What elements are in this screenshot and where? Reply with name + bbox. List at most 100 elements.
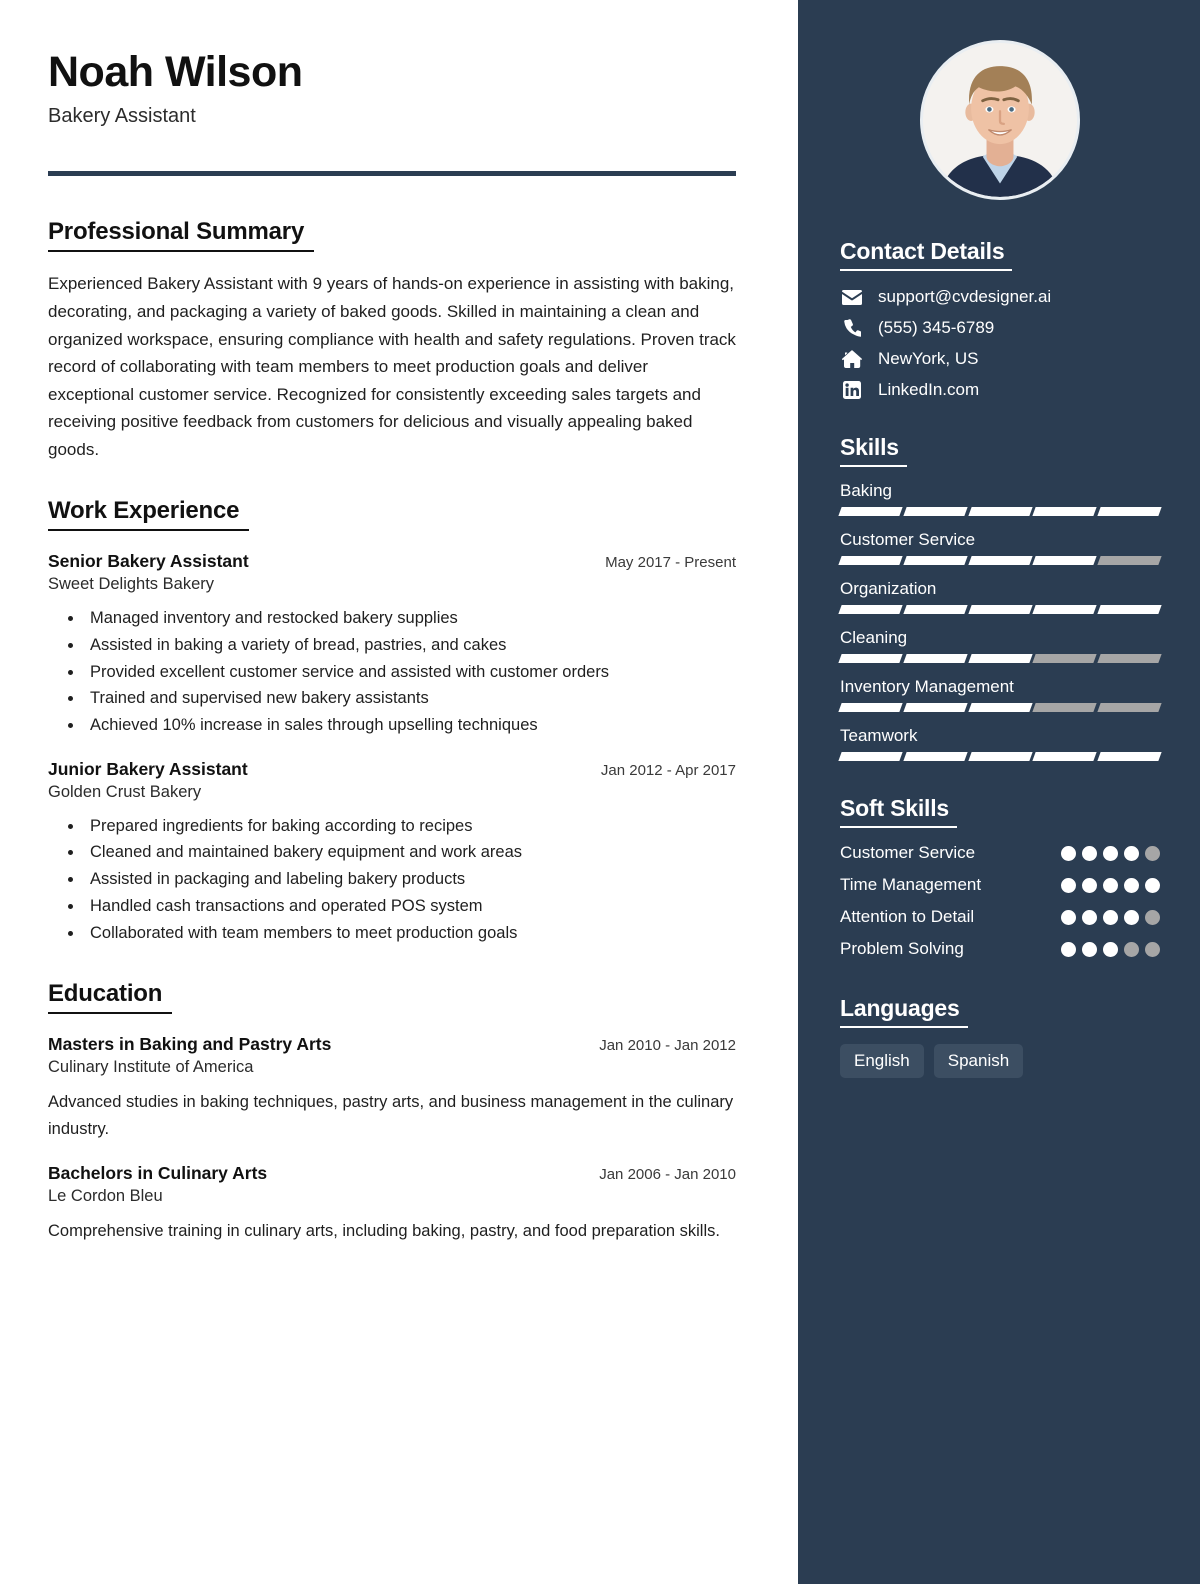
rating-dot — [1103, 941, 1118, 957]
skill-name: Inventory Management — [840, 677, 1014, 696]
work-entry: Junior Bakery Assistant Jan 2012 - Apr 20… — [48, 759, 736, 947]
linkedin-icon — [840, 380, 864, 400]
skill-level-segment — [967, 507, 1033, 516]
skill-level-segment — [1032, 605, 1097, 614]
skill-level-segment — [1032, 654, 1097, 663]
envelope-icon — [840, 287, 864, 307]
rating-dot — [1082, 909, 1097, 925]
section-heading-contact: Contact Details — [840, 238, 1013, 271]
rating-dot — [1124, 846, 1139, 861]
work-entry-list: Senior Bakery Assistant May 2017 - Presen… — [48, 551, 736, 946]
skill-name: Baking — [840, 481, 892, 500]
soft-skill-rating — [1061, 938, 1160, 957]
soft-skill-name: Customer Service — [840, 843, 976, 862]
soft-skill-item: Time Management — [840, 874, 1160, 897]
skill-level-segment — [1097, 752, 1162, 761]
work-entry-title: Senior Bakery Assistant — [48, 551, 249, 572]
contact-value: support@cvdesigner.ai — [878, 287, 1052, 306]
skill-level-segment — [903, 507, 968, 516]
skill-level-segment — [1097, 654, 1162, 663]
list-item: Provided excellent customer service and … — [84, 659, 736, 686]
header-divider — [48, 171, 736, 177]
rating-dot — [1103, 846, 1118, 861]
list-item: Assisted in baking a variety of bread, p… — [84, 632, 736, 659]
skill-level-segment — [967, 654, 1033, 663]
skill-name: Organization — [840, 579, 937, 598]
skill-level-bar — [838, 703, 1162, 712]
rating-dot — [1103, 909, 1118, 925]
skill-level-segment — [838, 703, 903, 712]
language-pill: Spanish — [933, 1043, 1024, 1078]
skill-level-segment — [903, 605, 968, 614]
skill-level-segment — [967, 605, 1033, 614]
skill-name: Cleaning — [840, 628, 908, 647]
work-entry-title: Junior Bakery Assistant — [48, 758, 248, 779]
contact-row[interactable]: LinkedIn.com — [840, 380, 1160, 400]
contact-row[interactable]: support@cvdesigner.ai — [840, 287, 1160, 307]
skill-level-segment — [1097, 703, 1162, 712]
contact-value: LinkedIn.com — [878, 380, 980, 399]
skill-level-segment — [967, 556, 1033, 565]
resume-header: Noah Wilson Bakery Assistant — [48, 48, 736, 128]
contact-row[interactable]: (555) 345-6789 — [840, 318, 1160, 338]
rating-dot — [1103, 877, 1118, 893]
skill-level-segment — [838, 507, 903, 516]
rating-dot — [1124, 877, 1139, 893]
rating-dot — [1145, 877, 1160, 893]
language-list: English Spanish — [840, 1043, 1160, 1078]
main-column: Noah Wilson Bakery Assistant Professiona… — [0, 0, 798, 1584]
section-heading-soft-skills: Soft Skills — [840, 795, 957, 828]
skill-level-bar — [838, 654, 1162, 663]
list-item: Collaborated with team members to meet p… — [84, 920, 736, 947]
skill-level-segment — [838, 605, 903, 614]
soft-skill-rating — [1061, 906, 1160, 925]
skill-level-segment — [903, 654, 968, 663]
skill-level-segment — [967, 703, 1033, 712]
skill-item: Organization — [838, 579, 1162, 614]
skill-item: Cleaning — [838, 628, 1162, 663]
list-item: Cleaned and maintained bakery equipment … — [84, 839, 736, 866]
soft-skill-name: Attention to Detail — [840, 906, 975, 926]
contact-list: support@cvdesigner.ai (555) 345-6789 NewYo… — [840, 287, 1160, 400]
page-title: Noah Wilson — [48, 48, 303, 96]
profile-photo-illustration — [923, 43, 1077, 197]
soft-skill-name: Time Management — [840, 874, 982, 894]
list-item: Trained and supervised new bakery assist… — [84, 685, 736, 712]
skill-item: Baking — [838, 481, 1162, 516]
skill-level-segment — [838, 654, 903, 663]
professional-summary-section: Professional Summary Experienced Bakery … — [48, 218, 736, 463]
education-section: Education Masters in Baking and Pastry A… — [48, 980, 736, 1244]
work-experience-section: Work Experience Senior Bakery Assistant M… — [48, 497, 736, 946]
work-entry: Senior Bakery Assistant May 2017 - Presen… — [48, 551, 736, 739]
work-entry-header: Senior Bakery Assistant May 2017 - Presen… — [48, 551, 736, 572]
soft-skill-item: Attention to Detail — [840, 906, 1160, 929]
rating-dot — [1061, 846, 1076, 861]
section-heading-work-experience: Work Experience — [48, 497, 250, 532]
job-title: Bakery Assistant — [48, 105, 196, 128]
education-entry-description: Comprehensive training in culinary arts,… — [48, 1221, 720, 1240]
work-entry-bullets: Managed inventory and restocked bakery s… — [48, 605, 736, 739]
work-entry-organization: Sweet Delights Bakery — [48, 575, 214, 594]
work-entry-date: May 2017 - Present — [605, 554, 736, 572]
rating-dot — [1061, 941, 1076, 957]
section-heading-skills: Skills — [840, 434, 907, 467]
education-entry-organization: Culinary Institute of America — [48, 1058, 254, 1077]
education-entry-title: Bachelors in Culinary Arts — [48, 1162, 268, 1183]
contact-row[interactable]: NewYork, US — [840, 349, 1160, 369]
avatar — [920, 40, 1080, 200]
contact-value: NewYork, US — [878, 349, 979, 368]
skill-level-segment — [1032, 556, 1097, 565]
rating-dot — [1145, 846, 1160, 861]
skill-level-segment — [903, 703, 968, 712]
language-pill: English — [840, 1043, 924, 1078]
skill-level-bar — [838, 752, 1162, 761]
rating-dot — [1082, 846, 1097, 861]
summary-text: Experienced Bakery Assistant with 9 year… — [48, 274, 736, 459]
list-item: Managed inventory and restocked bakery s… — [84, 605, 736, 632]
list-item: Achieved 10% increase in sales through u… — [84, 712, 736, 739]
rating-dot — [1124, 941, 1139, 957]
education-entry-list: Masters in Baking and Pastry Arts Jan 201… — [48, 1034, 736, 1244]
skill-level-segment — [1097, 556, 1162, 565]
skill-name: Teamwork — [840, 726, 918, 745]
education-entry-description: Advanced studies in baking techniques, p… — [48, 1093, 734, 1139]
